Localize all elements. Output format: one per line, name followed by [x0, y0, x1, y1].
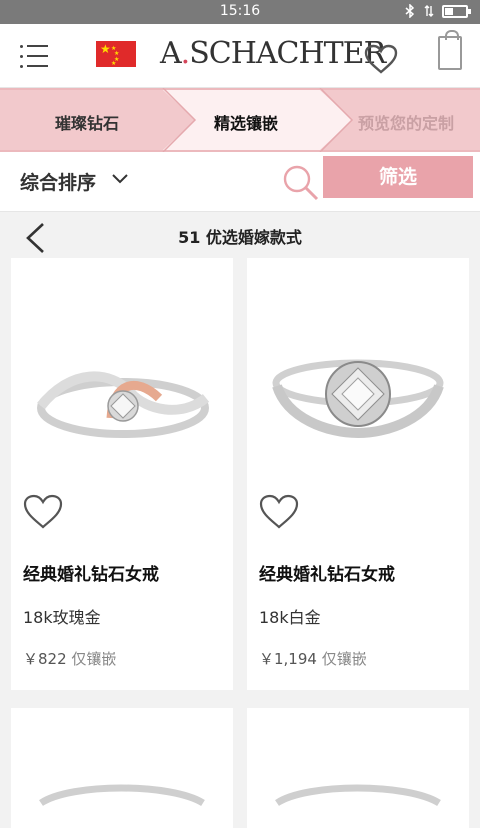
product-price-row: ￥1,194 仅镶嵌	[259, 648, 367, 669]
step-diamond[interactable]: 璀璨钻石	[55, 110, 119, 134]
shopping-bag-icon[interactable]	[438, 30, 462, 70]
favorite-heart-icon[interactable]	[23, 494, 63, 530]
step-setting[interactable]: 精选镶嵌	[214, 110, 278, 134]
results-header: 51 优选婚嫁款式	[0, 212, 480, 258]
product-image-partial[interactable]	[247, 708, 469, 808]
product-card[interactable]: 经典婚礼钻石女戒 18k白金 ￥1,194 仅镶嵌	[247, 258, 469, 690]
search-icon[interactable]	[282, 164, 320, 202]
status-icons	[404, 4, 471, 18]
product-price-note: 仅镶嵌	[71, 650, 117, 668]
product-price: ￥822	[23, 650, 67, 668]
battery-icon	[442, 4, 471, 18]
menu-icon[interactable]	[20, 44, 48, 68]
product-metal: 18k玫瑰金	[23, 608, 101, 627]
chevron-down-icon[interactable]	[112, 174, 128, 184]
product-card[interactable]: 经典婚礼钻石女戒 18k玫瑰金 ￥822 仅镶嵌	[11, 258, 233, 690]
data-arrows-icon	[424, 5, 434, 17]
wishlist-heart-icon[interactable]	[364, 44, 398, 74]
filter-button[interactable]: 筛选	[323, 156, 473, 198]
brand-logo[interactable]: A.SCHACHTER	[160, 36, 386, 71]
results-count: 51 优选婚嫁款式	[178, 228, 302, 247]
bluetooth-icon	[405, 4, 415, 18]
product-card-partial[interactable]	[247, 708, 469, 828]
product-price-row: ￥822 仅镶嵌	[23, 648, 116, 669]
product-price: ￥1,194	[259, 650, 317, 668]
app-header: ★ ★ ★ ★ ★ A.SCHACHTER	[0, 24, 480, 88]
sort-filter-bar: 综合排序 筛选	[0, 152, 480, 212]
product-card-partial[interactable]	[11, 708, 233, 828]
product-metal: 18k白金	[259, 608, 321, 627]
product-image-rose-gold-ring[interactable]	[11, 298, 233, 478]
china-flag-icon[interactable]: ★ ★ ★ ★ ★	[96, 41, 136, 67]
step-preview[interactable]: 预览您的定制	[358, 110, 454, 134]
sort-dropdown[interactable]: 综合排序	[20, 168, 96, 195]
product-price-note: 仅镶嵌	[321, 650, 367, 668]
favorite-heart-icon[interactable]	[259, 494, 299, 530]
product-name[interactable]: 经典婚礼钻石女戒	[23, 560, 159, 585]
progress-steps: 璀璨钻石 精选镶嵌 预览您的定制	[0, 88, 480, 152]
logo-dot: .	[180, 36, 190, 71]
product-name[interactable]: 经典婚礼钻石女戒	[259, 560, 395, 585]
product-image-partial[interactable]	[11, 708, 233, 808]
product-image-white-gold-ring[interactable]	[247, 298, 469, 478]
status-bar: 15:16	[0, 0, 480, 24]
